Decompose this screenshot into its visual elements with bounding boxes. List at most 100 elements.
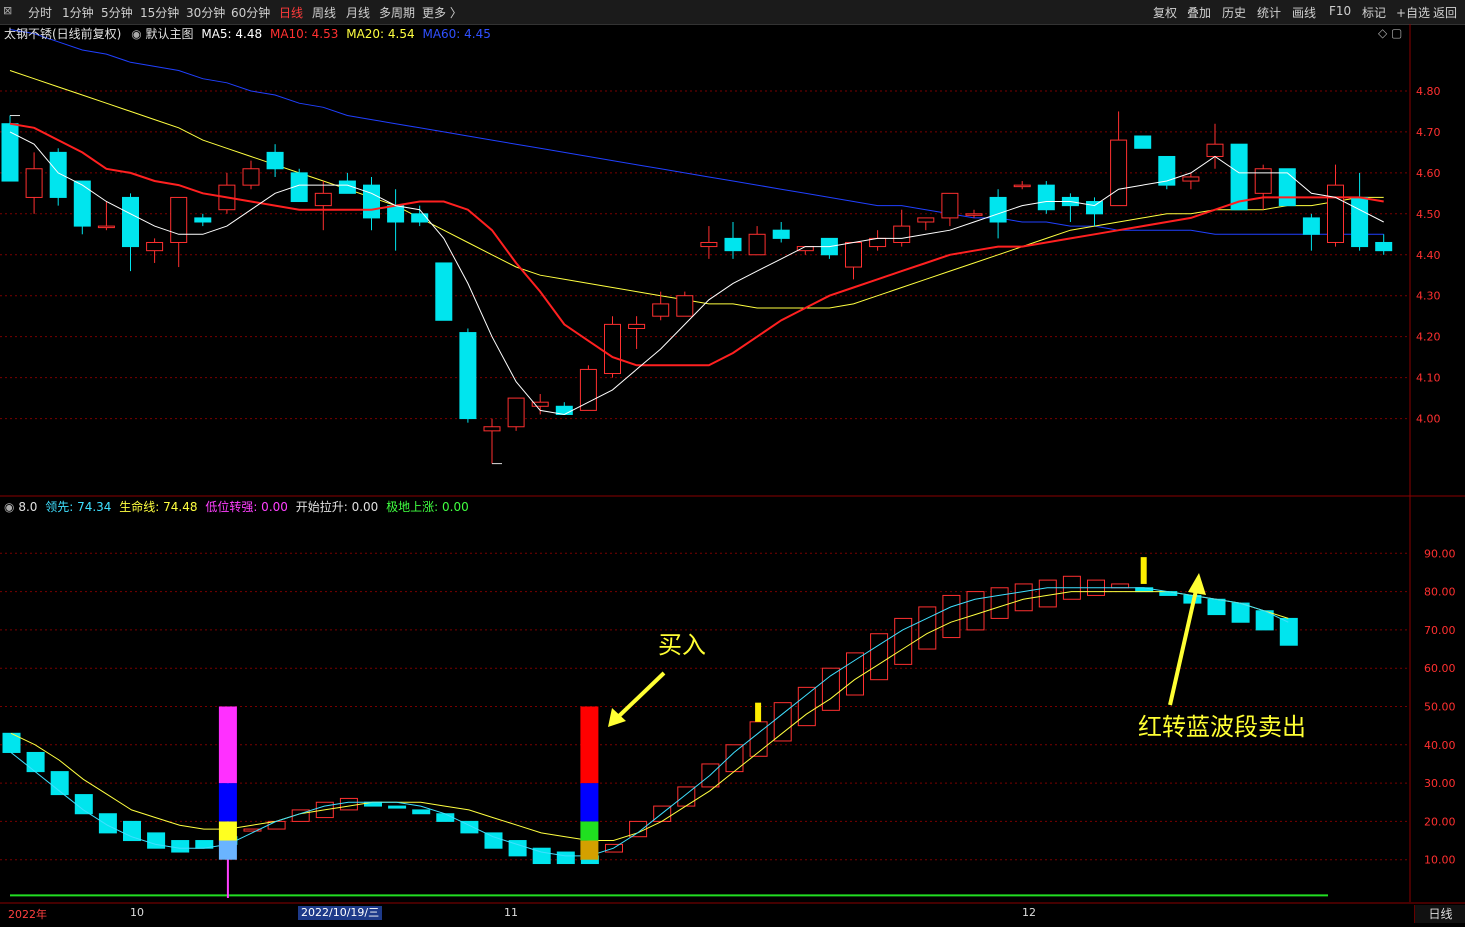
candle-up [1182, 176, 1200, 182]
theme-icon[interactable]: ◉ [131, 27, 141, 41]
candle-down [1037, 184, 1055, 211]
sub-label: 8.0 [18, 500, 38, 514]
xaxis-oct-label: 10 [130, 906, 144, 919]
sub-legend: ◉ 8.0 领先: 74.34 生命线: 74.48 低位转强: 0.00 开始… [4, 498, 469, 515]
indicator-bar-down [1231, 602, 1250, 623]
candle-down [73, 180, 91, 227]
indicator-tick-label: 40.00 [1424, 739, 1456, 752]
indicator-tick-label: 80.00 [1424, 586, 1456, 599]
signal-bar-segment [580, 821, 599, 841]
ma5-line [9, 131, 1384, 416]
panel-settings-icon[interactable]: ◇ ▢ [1378, 26, 1402, 40]
candle-up [676, 295, 694, 317]
theme-label[interactable]: 默认主图 [146, 27, 194, 41]
candle-up [1206, 143, 1224, 157]
indicator-bar-up [918, 606, 937, 650]
buy-arrow-shaft [616, 671, 666, 719]
indicator-bar-up [942, 594, 961, 639]
signal-bar-segment [580, 840, 599, 860]
candle-down [122, 196, 139, 248]
life-label: 生命线: 74.48 [119, 500, 198, 514]
indicator-bar-down [556, 851, 575, 865]
candle-up [1110, 139, 1128, 207]
candle-up [146, 241, 164, 252]
lead-label: 领先: 74.34 [45, 500, 112, 514]
candle-up [796, 246, 814, 252]
xaxis-nov-label: 11 [504, 906, 518, 919]
candle-down [194, 217, 212, 223]
indicator-bar-down [388, 805, 407, 809]
candle-up [97, 225, 115, 229]
yellow-signal-mark [1140, 557, 1147, 584]
candle-down [1302, 217, 1320, 235]
candle-up [628, 323, 646, 329]
sell-arrow-head [1188, 573, 1206, 595]
candle-down [363, 184, 380, 219]
indicator-bar-down [171, 840, 190, 853]
indicator-tick-label: 30.00 [1424, 777, 1456, 790]
candle-down [1375, 241, 1393, 252]
candle-up [314, 192, 332, 207]
kline-chart[interactable]: 4.00 4.10 4.20 4.30 4.40 4.50 4.60 4.70 4.80 10.0… [0, 0, 1465, 927]
candle-down [1278, 168, 1296, 207]
low-turn-label: 低位转强: 0.00 [205, 500, 288, 514]
stock-title: 太钢不锈(日线前复权) [4, 27, 122, 41]
candle-up [917, 217, 935, 223]
ma5-label: MA5: 4.48 [201, 27, 263, 41]
sell-arrow-shaft [1168, 585, 1199, 706]
indicator-bar-up [797, 686, 816, 727]
indicator-tick-label: 90.00 [1424, 547, 1456, 560]
candle-down [989, 196, 1007, 223]
price-tick-label: 4.00 [1416, 413, 1441, 426]
candle-up [845, 241, 862, 268]
indicator-bar-down [1279, 617, 1298, 646]
candle-down [772, 229, 790, 239]
indicator-bar-up [990, 587, 1009, 619]
indicator-tick-label: 70.00 [1424, 624, 1456, 637]
signal-bar-segment [218, 821, 237, 841]
bottom-period-tab[interactable]: 日线 [1414, 905, 1465, 923]
xaxis-dec-label: 12 [1022, 906, 1036, 919]
sub-collapse-icon[interactable]: ◉ [4, 500, 14, 514]
candle-down [1086, 201, 1103, 215]
indicator-bar-up [339, 797, 358, 811]
price-tick-label: 4.30 [1416, 290, 1441, 303]
signal-bar-segment [580, 783, 599, 822]
candle-up [170, 196, 188, 243]
indicator-bar-up [749, 721, 768, 757]
price-tick-label: 4.70 [1416, 126, 1441, 139]
indicator-bar-down [1207, 598, 1226, 616]
extreme-rise-label: 极地上涨: 0.00 [386, 500, 469, 514]
candle-up [893, 225, 911, 243]
signal-bar-segment [580, 706, 599, 784]
candle-up [242, 168, 260, 186]
indicator-bar-down [412, 809, 431, 815]
indicator-tick-label: 20.00 [1424, 815, 1456, 828]
candle-down [435, 262, 453, 321]
indicator-tick-label: 60.00 [1424, 662, 1456, 675]
candle-up [748, 233, 766, 256]
price-tick-label: 4.60 [1416, 167, 1441, 180]
candle-down [387, 205, 405, 223]
life-line [10, 591, 1289, 841]
signal-bar-segment [218, 783, 237, 822]
price-tick-label: 4.20 [1416, 331, 1441, 344]
candle-down [1134, 135, 1152, 149]
ma10-label: MA10: 4.53 [269, 27, 339, 41]
candle-up [941, 192, 959, 219]
candle-up [483, 426, 501, 432]
indicator-tick-label: 50.00 [1424, 701, 1456, 714]
indicator-bar-up [966, 591, 985, 631]
candle-up [604, 323, 621, 375]
ma60-label: MA60: 4.45 [422, 27, 491, 41]
indicator-bar-down [26, 751, 45, 773]
candle-up [965, 213, 983, 216]
crosshair-date: 2022/10/19/三 [298, 906, 383, 920]
candle-up [1013, 184, 1031, 188]
indicator-bar-up [1014, 583, 1033, 612]
ma20-label: MA20: 4.54 [346, 27, 415, 41]
signal-bar-segment [218, 706, 237, 784]
indicator-bar-up [821, 667, 840, 711]
price-tick-label: 4.10 [1416, 372, 1441, 385]
lead-line [10, 587, 1289, 857]
